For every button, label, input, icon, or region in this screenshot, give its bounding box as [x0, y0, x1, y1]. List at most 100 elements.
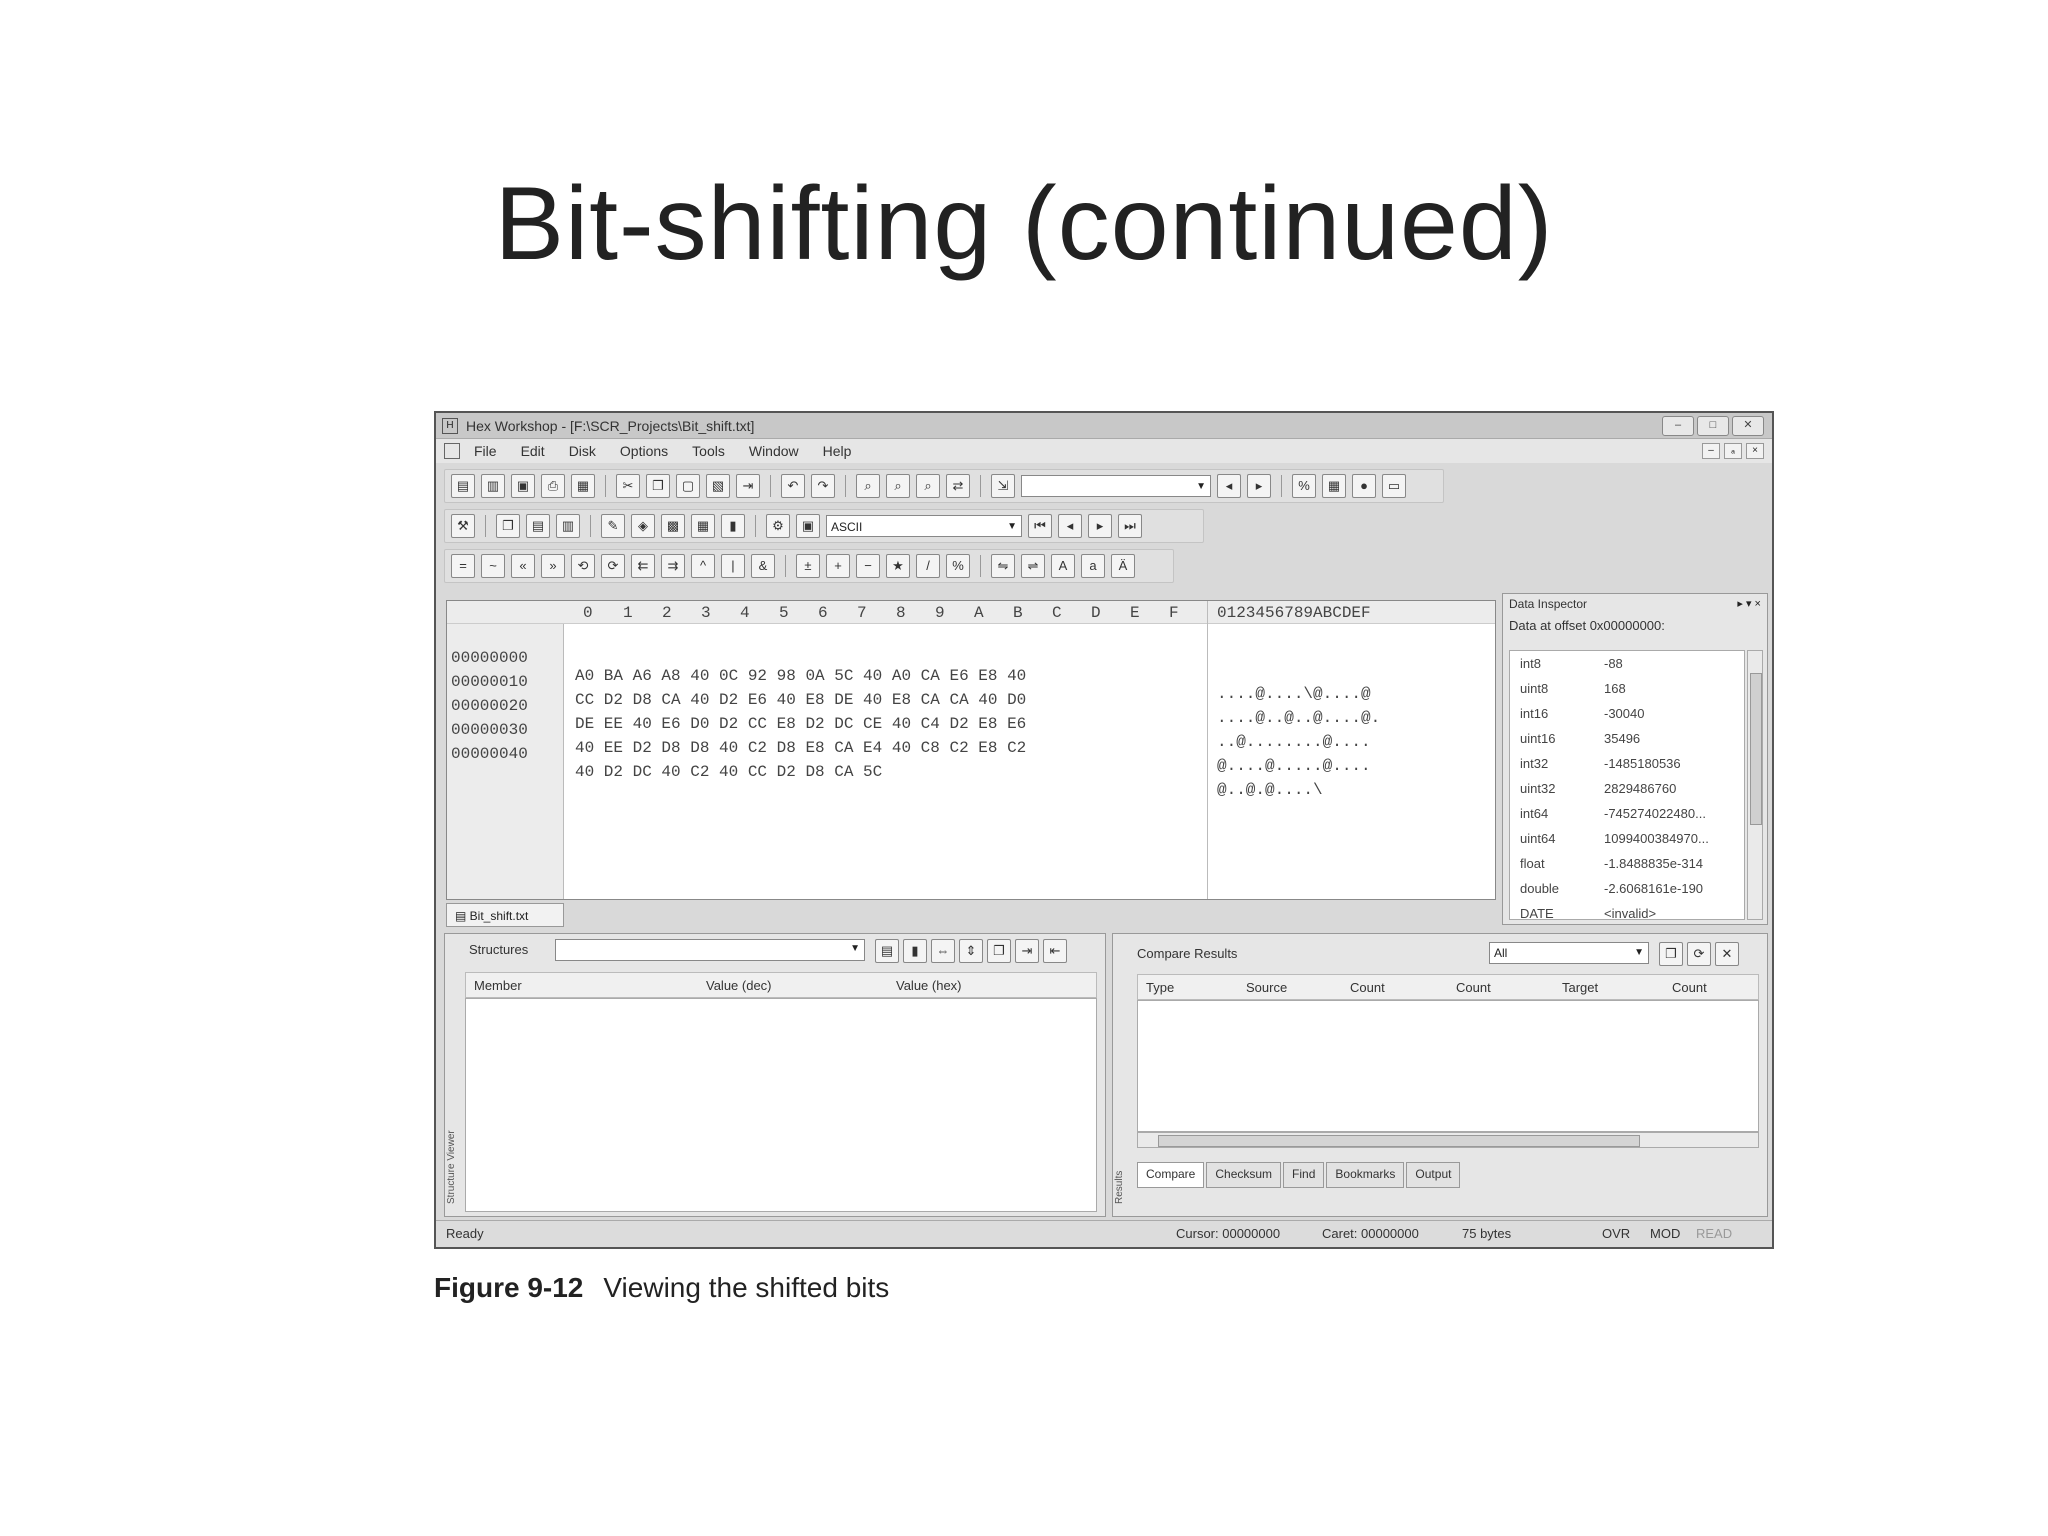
paste-special-icon[interactable]: ▧	[706, 474, 730, 498]
find-icon[interactable]: ⌕	[856, 474, 880, 498]
previous-icon[interactable]: ◂	[1058, 514, 1082, 538]
first-icon[interactable]: ⏮	[1028, 514, 1052, 538]
fill-icon[interactable]: ◈	[631, 514, 655, 538]
row-bytes[interactable]: CC D2 D8 CA 40 D2 E6 40 E8 DE 40 E8 CA C…	[575, 691, 1195, 709]
hex-row[interactable]: 00000030 40 EE D2 D8 D8 40 C2 D8 E8 CA E…	[447, 703, 1371, 775]
inspector-row[interactable]: int8 -88	[1510, 651, 1744, 676]
inspector-row[interactable]: uint8 168	[1510, 676, 1744, 701]
inspector-row[interactable]: uint64 1099400384970...	[1510, 826, 1744, 851]
column-value-dec[interactable]: Value (dec)	[706, 978, 772, 993]
row-ascii[interactable]: @..@.@....\	[1217, 781, 1487, 799]
cut-icon[interactable]: ✂	[616, 474, 640, 498]
about-icon[interactable]: ▭	[1382, 474, 1406, 498]
inspector-row[interactable]: float -1.8488835e-314	[1510, 851, 1744, 876]
copy-icon[interactable]: ❐	[646, 474, 670, 498]
undo-icon[interactable]: ↶	[781, 474, 805, 498]
structures-list[interactable]	[465, 998, 1097, 1212]
settings-icon[interactable]: ⚙	[766, 514, 790, 538]
last-icon[interactable]: ⏭	[1118, 514, 1142, 538]
row-ascii[interactable]: @....@.....@....	[1217, 757, 1487, 775]
block-shift-right-icon[interactable]: ⇉	[661, 554, 685, 578]
inspector-row[interactable]: DATE <invalid>	[1510, 901, 1744, 926]
and-icon[interactable]: &	[751, 554, 775, 578]
row-bytes[interactable]: DE EE 40 E6 D0 D2 CC E8 D2 DC CE 40 C4 D…	[575, 715, 1195, 733]
reverse-icon[interactable]: ⇌	[1021, 554, 1045, 578]
delete-icon[interactable]: ▥	[556, 514, 580, 538]
hex-editor[interactable]: 0 1 2 3 4 5 6 7 8 9 A B C D E F 01234567…	[446, 600, 1496, 900]
invert-case-icon[interactable]: Ä	[1111, 554, 1135, 578]
copy-structure-icon[interactable]: ❐	[987, 939, 1011, 963]
inspector-row[interactable]: uint16 35496	[1510, 726, 1744, 751]
compare-icon[interactable]: ▦	[1322, 474, 1346, 498]
tab-output[interactable]: Output	[1406, 1162, 1461, 1188]
export-icon[interactable]: ⇥	[736, 474, 760, 498]
refresh-icon[interactable]: ⟳	[1687, 942, 1711, 966]
document-icon[interactable]	[444, 443, 460, 459]
column-source[interactable]: Source	[1246, 980, 1287, 995]
column-count[interactable]: Count	[1456, 980, 1491, 995]
inspector-row[interactable]: double -2.6068161e-190	[1510, 876, 1744, 901]
goto-icon[interactable]: ⇲	[991, 474, 1015, 498]
row-ascii[interactable]: ....@....\@....@	[1217, 685, 1487, 703]
shift-right-icon[interactable]: »	[541, 554, 565, 578]
inspector-row[interactable]: uint32 2829486760	[1510, 776, 1744, 801]
new-file-icon[interactable]: ▤	[451, 474, 475, 498]
print-preview-icon[interactable]: ▦	[571, 474, 595, 498]
swap-bytes-icon[interactable]: ⇋	[991, 554, 1015, 578]
collapse-all-icon[interactable]: ⇕	[959, 939, 983, 963]
column-value-hex[interactable]: Value (hex)	[896, 978, 962, 993]
tab-compare[interactable]: Compare	[1137, 1162, 1205, 1188]
column-count[interactable]: Count	[1350, 980, 1385, 995]
hex-row[interactable]: 00000010 CC D2 D8 CA 40 D2 E6 40 E8 DE 4…	[447, 655, 1380, 727]
shift-left-icon[interactable]: «	[511, 554, 535, 578]
highlight-icon[interactable]: ✎	[601, 514, 625, 538]
inspector-scrollbar[interactable]	[1747, 650, 1763, 920]
close-button[interactable]: ✕	[1732, 416, 1764, 436]
inspector-row[interactable]: int16 -30040	[1510, 701, 1744, 726]
rotate-left-icon[interactable]: ⟲	[571, 554, 595, 578]
redo-icon[interactable]: ↷	[811, 474, 835, 498]
copy-results-icon[interactable]: ❐	[1659, 942, 1683, 966]
save-icon[interactable]: ▣	[511, 474, 535, 498]
results-list[interactable]	[1137, 1000, 1759, 1132]
print-icon[interactable]: ⎙	[541, 474, 565, 498]
column-target[interactable]: Target	[1562, 980, 1598, 995]
change-sign-icon[interactable]: ±	[796, 554, 820, 578]
encoding-select[interactable]: ASCII ▼	[826, 515, 1022, 537]
scrollbar-thumb[interactable]	[1158, 1135, 1640, 1147]
tab-find[interactable]: Find	[1283, 1162, 1325, 1188]
inspector-row[interactable]: int32 -1485180536	[1510, 751, 1744, 776]
column-member[interactable]: Member	[474, 978, 522, 993]
hex-row[interactable]: 00000020 DE EE 40 E6 D0 D2 CC E8 D2 DC C…	[447, 679, 1371, 751]
close-results-icon[interactable]: ✕	[1715, 942, 1739, 966]
lowercase-icon[interactable]: a	[1081, 554, 1105, 578]
inspector-row[interactable]: int64 -745274022480...	[1510, 801, 1744, 826]
structure-library-icon[interactable]: ▮	[903, 939, 927, 963]
select-block-icon[interactable]: ▩	[661, 514, 685, 538]
tab-bookmarks[interactable]: Bookmarks	[1326, 1162, 1405, 1188]
hex-row[interactable]: 00000000 A0 BA A6 A8 40 0C 92 98 0A 5C 4…	[447, 631, 1371, 703]
goto-combo[interactable]: ▼	[1021, 475, 1211, 497]
uppercase-icon[interactable]: A	[1051, 554, 1075, 578]
results-scrollbar[interactable]	[1137, 1132, 1759, 1148]
help-icon[interactable]: ●	[1352, 474, 1376, 498]
row-ascii[interactable]: ....@..@..@....@.	[1217, 709, 1487, 727]
replace-icon[interactable]: ⇄	[946, 474, 970, 498]
checksum-icon[interactable]: %	[1292, 474, 1316, 498]
column-type[interactable]: Type	[1146, 980, 1174, 995]
menu-tools[interactable]: Tools	[692, 443, 725, 459]
remove-structure-icon[interactable]: ⇤	[1043, 939, 1067, 963]
minimize-button[interactable]: –	[1662, 416, 1694, 436]
expand-all-icon[interactable]: ⇔	[931, 939, 955, 963]
tools-icon[interactable]: ⚒	[451, 514, 475, 538]
insert-icon[interactable]: ▤	[526, 514, 550, 538]
xor-icon[interactable]: ^	[691, 554, 715, 578]
menu-file[interactable]: File	[474, 443, 497, 459]
maximize-button[interactable]: □	[1697, 416, 1729, 436]
column-count[interactable]: Count	[1672, 980, 1707, 995]
chart-icon[interactable]: ▮	[721, 514, 745, 538]
menu-edit[interactable]: Edit	[521, 443, 545, 459]
menu-window[interactable]: Window	[749, 443, 799, 459]
inspector-pin-controls[interactable]: ▸ ▾ ×	[1737, 597, 1761, 610]
open-structure-icon[interactable]: ▤	[875, 939, 899, 963]
